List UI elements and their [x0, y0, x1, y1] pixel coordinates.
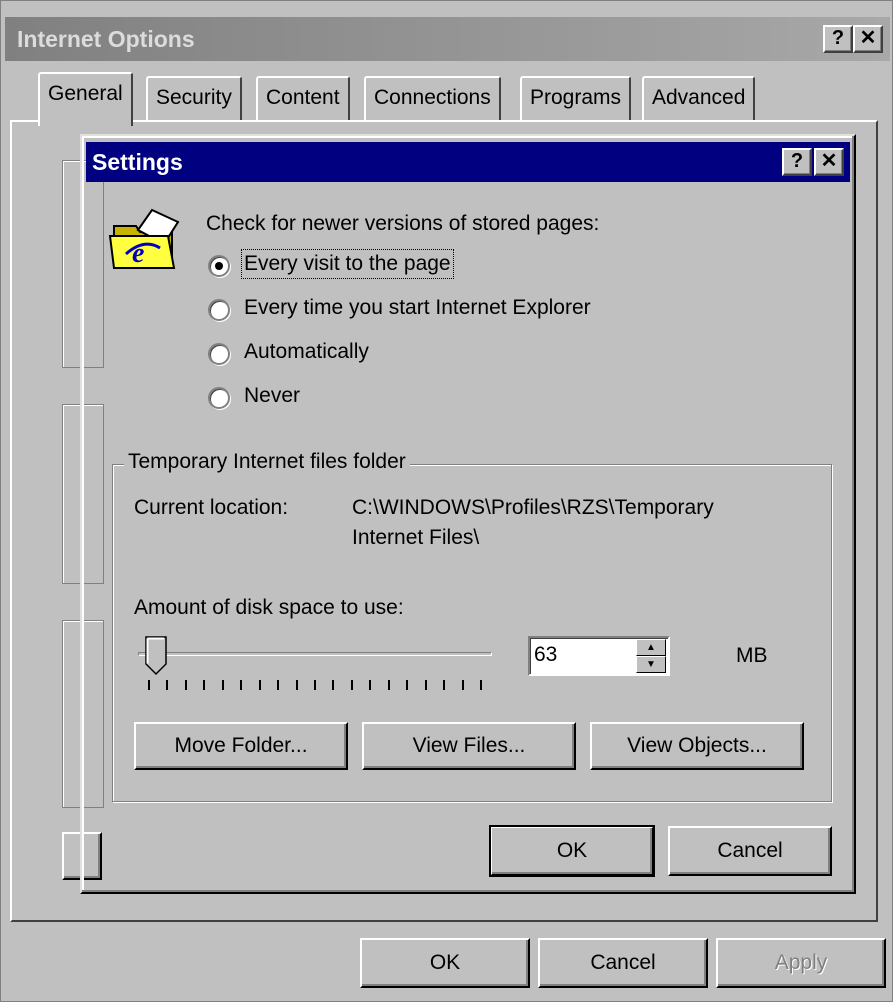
cancel-label: Cancel — [590, 951, 656, 974]
radio-button[interactable] — [208, 255, 230, 277]
slider-tick — [222, 680, 224, 690]
tab-security[interactable]: Security — [146, 76, 242, 122]
slider-tick — [185, 680, 187, 690]
tab-programs[interactable]: Programs — [520, 76, 632, 122]
tab-content[interactable]: Content — [256, 76, 350, 122]
slider-track — [138, 652, 492, 656]
settings-title: Settings — [92, 149, 183, 175]
view-objects-label: View Objects... — [627, 734, 767, 757]
slider-thumb[interactable] — [145, 636, 167, 676]
tab-connections[interactable]: Connections — [364, 76, 501, 122]
settings-cancel-label: Cancel — [717, 839, 783, 862]
tab-label: General — [48, 82, 123, 105]
slider-tick — [388, 680, 390, 690]
tab-general[interactable]: General — [38, 72, 133, 126]
slider-tick — [351, 680, 353, 690]
radio-label: Every visit to the page — [241, 249, 454, 279]
radio-button[interactable] — [208, 387, 230, 409]
slider-tick — [332, 680, 334, 690]
check-newer-versions-label: Check for newer versions of stored pages… — [206, 212, 600, 235]
slider-tick — [203, 680, 205, 690]
help-icon: ? — [831, 27, 845, 49]
disk-space-unit: MB — [736, 644, 768, 667]
view-files-button[interactable]: View Files... — [362, 722, 576, 770]
current-location-label: Current location: — [134, 496, 289, 519]
close-icon: ✕ — [859, 27, 877, 49]
radio-button[interactable] — [208, 299, 230, 321]
slider-tick — [166, 680, 168, 690]
disk-space-slider[interactable] — [138, 636, 492, 690]
move-folder-button[interactable]: Move Folder... — [134, 722, 348, 770]
spin-up-button[interactable]: ▲ — [636, 639, 666, 656]
radio-label: Every time you start Internet Explorer — [244, 296, 591, 319]
close-button[interactable]: ✕ — [853, 25, 883, 53]
settings-close-button[interactable]: ✕ — [814, 148, 844, 176]
tab-label: Content — [266, 86, 340, 109]
settings-title-bar[interactable]: Settings ? ✕ — [86, 142, 850, 182]
radio-selected-dot — [215, 262, 223, 270]
disk-space-label: Amount of disk space to use: — [134, 596, 404, 619]
settings-ok-button[interactable]: OK — [489, 825, 655, 877]
view-files-label: View Files... — [412, 734, 526, 757]
current-location-value: C:\WINDOWS\Profiles\RZS\Temporary — [352, 496, 714, 519]
slider-tick — [480, 680, 482, 690]
radio-button[interactable] — [208, 343, 230, 365]
disk-space-value: 63 — [534, 643, 558, 666]
slider-tick — [406, 680, 408, 690]
window-title: Internet Options — [17, 26, 195, 52]
slider-tick — [296, 680, 298, 690]
settings-dialog: Settings ? ✕ e Check for newer versions … — [80, 134, 856, 894]
temp-files-group-title: Temporary Internet files folder — [124, 450, 410, 474]
spin-down-button[interactable]: ▼ — [636, 656, 666, 673]
slider-tick — [277, 680, 279, 690]
radio-label: Never — [244, 384, 301, 407]
svg-text:e: e — [132, 238, 144, 269]
internet-options-title-bar[interactable]: Internet Options ? ✕ — [5, 17, 890, 61]
slider-tick — [425, 680, 427, 690]
help-button[interactable]: ? — [823, 25, 853, 53]
current-location-value-line2: Internet Files\ — [352, 526, 480, 549]
slider-tick — [259, 680, 261, 690]
spin-down-icon: ▼ — [646, 659, 656, 670]
slider-tick — [443, 680, 445, 690]
ok-button[interactable]: OK — [360, 938, 530, 988]
settings-ok-label: OK — [556, 839, 588, 862]
slider-tick — [369, 680, 371, 690]
view-objects-button[interactable]: View Objects... — [590, 722, 804, 770]
tab-advanced[interactable]: Advanced — [642, 76, 756, 122]
close-icon: ✕ — [820, 150, 838, 172]
tab-label: Connections — [374, 86, 491, 109]
ok-label: OK — [429, 951, 461, 974]
slider-tick — [314, 680, 316, 690]
tab-label: Advanced — [652, 86, 746, 109]
tab-label: Programs — [530, 86, 622, 109]
slider-tick — [240, 680, 242, 690]
slider-ticks — [138, 680, 492, 690]
apply-button[interactable]: Apply — [716, 938, 886, 988]
cancel-button[interactable]: Cancel — [538, 938, 708, 988]
settings-cancel-button[interactable]: Cancel — [668, 826, 832, 876]
spin-up-icon: ▲ — [646, 642, 656, 653]
move-folder-label: Move Folder... — [174, 734, 308, 757]
slider-tick — [462, 680, 464, 690]
settings-help-button[interactable]: ? — [782, 148, 812, 176]
help-icon: ? — [790, 150, 804, 172]
apply-label: Apply — [774, 951, 828, 974]
tab-label: Security — [156, 86, 232, 109]
ie-folder-icon: e — [108, 208, 180, 269]
slider-tick — [148, 680, 150, 690]
disk-space-input[interactable]: 63 ▲ ▼ — [528, 636, 670, 676]
radio-label: Automatically — [244, 340, 369, 363]
